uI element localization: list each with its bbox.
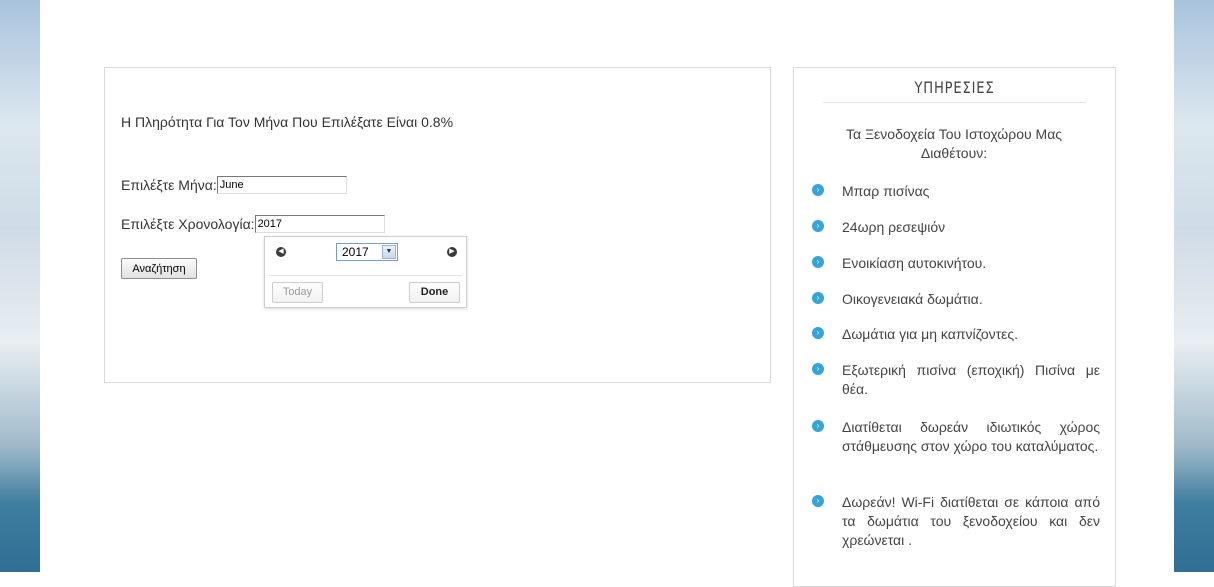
chevron-right-icon: › (812, 256, 824, 268)
year-select-value: 2017 (342, 245, 369, 259)
chevron-right-icon: › (812, 495, 824, 507)
done-button[interactable]: Done (409, 282, 460, 303)
service-item: › 24ωρη ρεσεψιόν (812, 218, 1102, 237)
chevron-right-icon: › (812, 220, 824, 232)
service-item-text: Μπαρ πισίνας (842, 183, 930, 199)
services-title: ΥΠΗΡΕΣΙΕΣ (822, 68, 1087, 103)
month-row: Επιλέξτε Μήνα: (121, 176, 347, 194)
service-item: › Οικογενειακά δωμάτια. (812, 290, 1102, 309)
today-button[interactable]: Today (272, 282, 323, 303)
month-input[interactable] (216, 176, 347, 194)
prev-arrow-icon[interactable]: ◀ (276, 247, 286, 257)
year-label: Επιλέξτε Χρονολογία: (121, 216, 255, 232)
fill-rate-text: Η Πληρότητα Για Τον Μήνα Που Επιλέξατε Ε… (121, 114, 454, 130)
service-item-text: Διατίθεται δωρεάν ιδιωτικός χώρος στάθμε… (842, 419, 1100, 454)
service-item: › Εξωτερική πισίνα (εποχική) Πισίνα με θ… (812, 361, 1102, 399)
chevron-right-icon: › (812, 292, 824, 304)
service-item: › Δωρεάν! Wi-Fi διατίθεται σε κάποια από… (812, 493, 1102, 550)
chevron-right-icon: › (812, 184, 824, 196)
year-picker-popup: ◀ 2017 ▼ ▶ Today Done (264, 236, 467, 308)
chevron-right-icon: › (812, 327, 824, 339)
year-row: Επιλέξτε Χρονολογία: (121, 215, 385, 233)
background-edge-left (0, 0, 40, 572)
services-intro: Τα Ξενοδοχεία Του Ιστοχώρου Μας Διαθέτου… (845, 126, 1063, 161)
service-item: › Δωμάτια για μη καπνίζοντες. (812, 325, 1102, 344)
chevron-down-icon: ▼ (382, 245, 396, 259)
service-item: › Διατίθεται δωρεάν ιδιωτικός χώρος στάθ… (812, 418, 1102, 456)
occupancy-search-panel: Η Πληρότητα Για Τον Μήνα Που Επιλέξατε Ε… (104, 67, 771, 383)
services-panel: ΥΠΗΡΕΣΙΕΣ Τα Ξενοδοχεία Του Ιστοχώρου Μα… (793, 67, 1116, 587)
picker-divider (269, 275, 462, 276)
year-select[interactable]: 2017 ▼ (336, 243, 398, 261)
service-item-text: Εξωτερική πισίνα (εποχική) Πισίνα με θέα… (842, 362, 1100, 397)
service-item-text: Ενοικίαση αυτοκινήτου. (842, 255, 987, 271)
service-item-text: Δωμάτια για μη καπνίζοντες. (842, 326, 1019, 342)
chevron-right-icon: › (812, 363, 824, 375)
service-item-text: Οικογενειακά δωμάτια. (842, 291, 983, 307)
year-input[interactable] (254, 215, 385, 233)
month-label: Επιλέξτε Μήνα: (121, 177, 217, 193)
service-item-text: 24ωρη ρεσεψιόν (842, 219, 946, 235)
service-item: › Μπαρ πισίνας (812, 182, 1102, 201)
search-button[interactable]: Αναζήτηση (121, 258, 197, 279)
chevron-right-icon: › (812, 420, 824, 432)
service-item: › Ενοικίαση αυτοκινήτου. (812, 254, 1102, 273)
year-picker-header: ◀ 2017 ▼ ▶ (265, 237, 466, 267)
service-item-text: Δωρεάν! Wi-Fi διατίθεται σε κάποια από τ… (842, 494, 1100, 548)
background-edge-right (1174, 0, 1214, 572)
next-arrow-icon[interactable]: ▶ (447, 247, 457, 257)
